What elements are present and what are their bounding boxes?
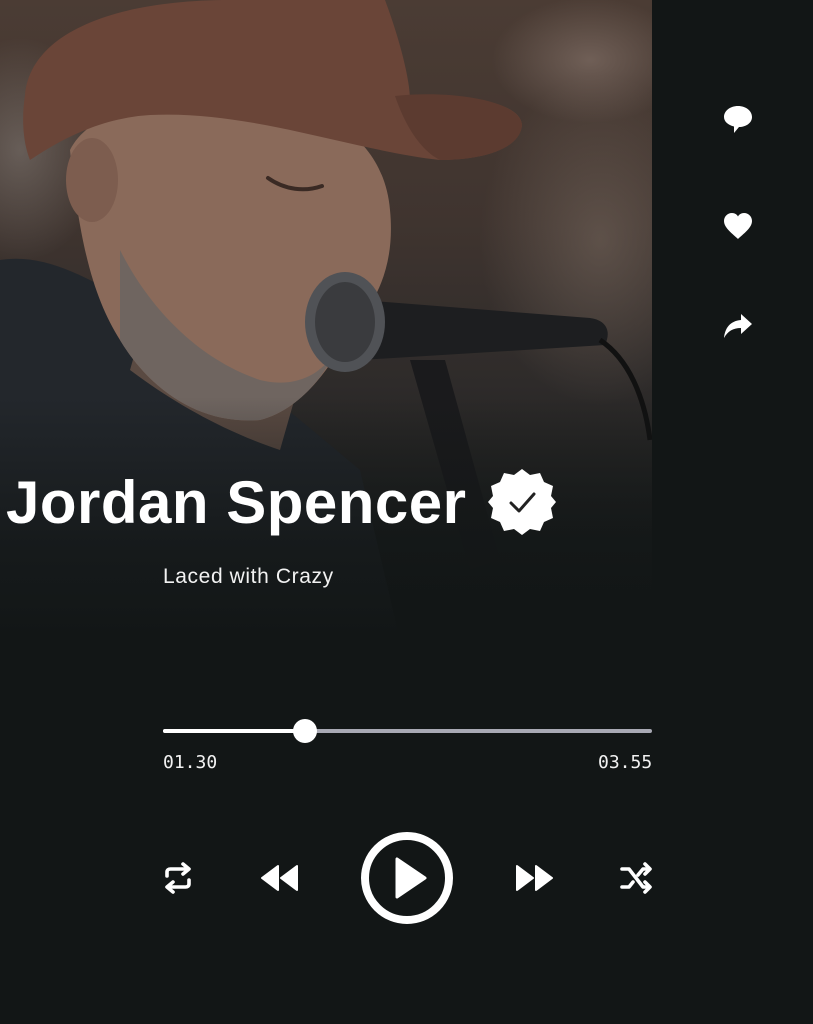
- photo-gradient-overlay: [0, 0, 652, 640]
- progress-slider[interactable]: [163, 719, 652, 743]
- play-button[interactable]: [360, 831, 454, 925]
- comment-icon: [724, 106, 752, 133]
- fast-forward-icon: [516, 865, 553, 891]
- action-rail: [652, 0, 813, 1024]
- play-icon: [361, 832, 453, 924]
- previous-button[interactable]: [258, 858, 302, 898]
- shuffle-button[interactable]: [616, 858, 656, 898]
- repeat-button[interactable]: [158, 856, 198, 900]
- artist-photo: [0, 0, 652, 640]
- track-title: Laced with Crazy: [163, 565, 334, 588]
- artist-name[interactable]: Jordan Spencer: [6, 468, 467, 537]
- progress-thumb[interactable]: [292, 719, 317, 743]
- share-button[interactable]: [718, 306, 758, 346]
- verified-badge-icon: [487, 469, 556, 535]
- music-player-screen: Jordan Spencer Laced with Crazy 01.30 03…: [0, 0, 813, 1024]
- shuffle-icon: [620, 862, 652, 894]
- like-button[interactable]: [718, 206, 758, 246]
- comment-button[interactable]: [718, 98, 758, 138]
- share-icon: [724, 314, 752, 338]
- elapsed-time: 01.30: [163, 752, 218, 773]
- progress-fill: [163, 729, 305, 733]
- total-time: 03.55: [598, 752, 653, 773]
- repeat-icon: [165, 862, 191, 894]
- artist-header: Jordan Spencer: [6, 462, 557, 542]
- heart-icon: [724, 213, 752, 239]
- rewind-icon: [261, 865, 298, 891]
- next-button[interactable]: [512, 858, 556, 898]
